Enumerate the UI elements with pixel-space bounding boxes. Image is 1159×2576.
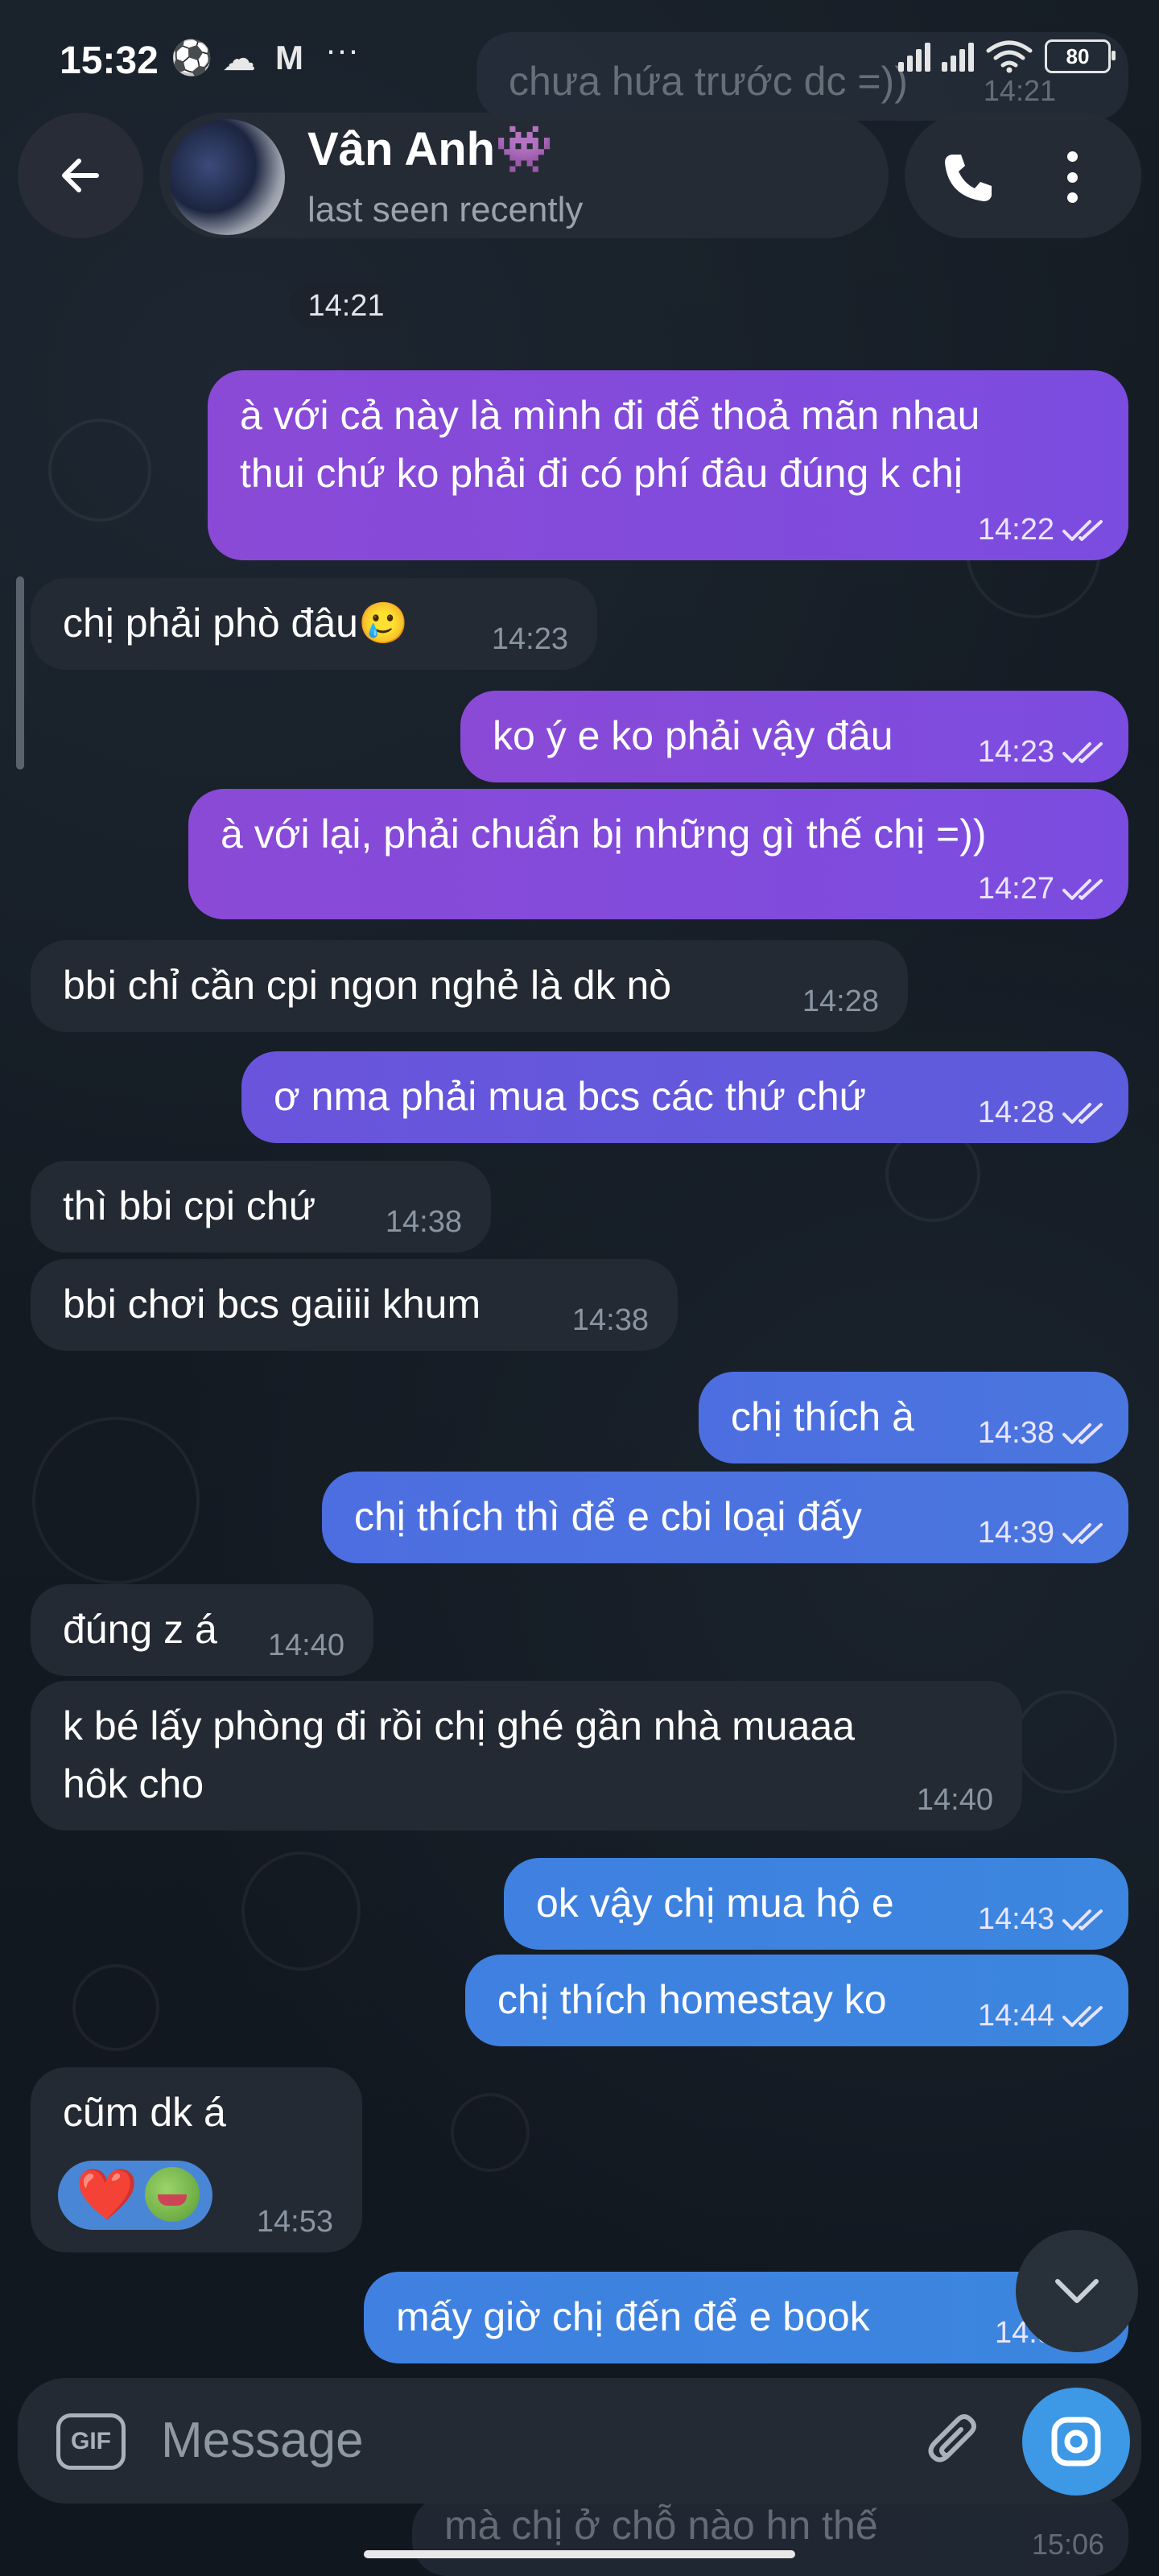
message-time: 14:23 — [977, 735, 1054, 769]
message-time: 14:43 — [977, 1902, 1054, 1936]
gif-icon: GIF — [71, 2428, 111, 2454]
outgoing-message[interactable]: mấy giờ chị đến để e book 14:5 — [364, 2272, 1128, 2363]
gif-button[interactable]: GIF — [56, 2413, 126, 2470]
message-time: 14:38 — [385, 1205, 462, 1239]
incoming-message[interactable]: đúng z á 14:40 — [31, 1584, 373, 1676]
battery-icon: 80 — [1045, 39, 1116, 73]
read-check-icon — [1062, 1523, 1103, 1544]
heart-reaction[interactable]: ❤️ — [76, 2169, 138, 2222]
incoming-message[interactable]: chị phải phò đâu🥲 14:23 — [31, 578, 597, 670]
message-text: cũm dk á — [63, 2090, 226, 2135]
message-text: à với lại, phải chuẩn bị những gì thế ch… — [221, 811, 987, 857]
pepe-frog-icon[interactable] — [145, 2167, 200, 2222]
outgoing-message[interactable]: ok vậy chị mua hộ e 14:43 — [504, 1858, 1128, 1950]
message-time: 14:28 — [802, 985, 879, 1018]
message-time: 14:27 — [977, 872, 1054, 906]
message-text: mấy giờ chị đến để e book — [396, 2294, 870, 2339]
read-check-icon — [1062, 1423, 1103, 1444]
message-time: 14:44 — [977, 1999, 1054, 2033]
status-time: 15:32 — [60, 39, 159, 82]
read-check-icon — [1062, 520, 1103, 541]
outgoing-message[interactable]: chị thích homestay ko 14:44 — [465, 1955, 1128, 2046]
message-text: thui chứ ko phải đi có phí đâu đúng k ch… — [240, 451, 963, 496]
phone-icon[interactable] — [940, 150, 996, 206]
message-time: 14:53 — [256, 2205, 333, 2239]
home-indicator — [364, 2550, 795, 2558]
more-icon: ··· — [325, 31, 359, 68]
more-vertical-icon[interactable] — [1056, 145, 1088, 209]
message-text: bbi chỉ cần cpi ngon nghẻ là dk nò — [63, 963, 672, 1008]
camera-button[interactable] — [1022, 2388, 1130, 2496]
incoming-message[interactable]: k bé lấy phòng đi rồi chị ghé gần nhà mu… — [31, 1681, 1022, 1831]
outgoing-message[interactable]: chị thích à 14:38 — [699, 1372, 1128, 1463]
time-chip: 14:21 — [290, 283, 402, 328]
ghost-message-time: 15:06 — [1031, 2528, 1104, 2561]
message-time: 14:39 — [977, 1516, 1054, 1550]
outgoing-message[interactable]: ơ nma phải mua bcs các thứ chứ 14:28 — [241, 1051, 1128, 1143]
read-check-icon — [1062, 1103, 1103, 1124]
outgoing-message[interactable]: à với lại, phải chuẩn bị những gì thế ch… — [188, 789, 1128, 919]
message-input[interactable] — [159, 2407, 887, 2473]
message-time: 14:23 — [491, 622, 568, 656]
incoming-message[interactable]: bbi chơi bcs gaiiii khum 14:38 — [31, 1259, 678, 1351]
message-time: 14:38 — [977, 1416, 1054, 1450]
outgoing-message[interactable]: à với cả này là mình đi để thoả mãn nhau… — [208, 370, 1128, 560]
message-time: 14:38 — [571, 1303, 649, 1337]
read-check-icon — [1062, 2006, 1103, 2027]
message-text: k bé lấy phòng đi rồi chị ghé gần nhà mu… — [63, 1703, 856, 1748]
message-time: 14:40 — [916, 1783, 993, 1817]
attach-icon[interactable] — [922, 2410, 987, 2475]
message-time: 14:22 — [977, 513, 1054, 547]
message-text: bbi chơi bcs gaiiii khum — [63, 1282, 481, 1327]
contact-name[interactable]: Vân Anh👾 — [307, 122, 553, 177]
outgoing-message[interactable]: ko ý e ko phải vậy đâu 14:23 — [460, 691, 1128, 782]
gmail-icon: M — [275, 39, 303, 76]
message-text: ơ nma phải mua bcs các thứ chứ — [274, 1074, 867, 1119]
read-check-icon — [1062, 879, 1103, 900]
avatar[interactable] — [169, 119, 285, 235]
soccer-ball-icon: ⚽ — [171, 39, 213, 76]
back-button[interactable] — [18, 113, 143, 238]
message-time: 14:40 — [267, 1629, 344, 1662]
message-text: hôk cho — [63, 1761, 204, 1806]
contact-status: last seen recently — [307, 190, 584, 229]
scrollbar[interactable] — [16, 576, 24, 770]
read-check-icon — [1062, 742, 1103, 763]
ghost-message-bottom: mà chị ở chỗ nào hn thế 15:06 — [412, 2496, 1128, 2576]
signal-icon — [898, 41, 930, 72]
chevron-down-icon — [1055, 2279, 1099, 2303]
cloud-icon: ☁ — [222, 39, 256, 77]
outgoing-message[interactable]: chị thích thì để e cbi loại đấy 14:39 — [322, 1472, 1128, 1563]
ghost-message-text: mà chị ở chỗ nào hn thế — [444, 2503, 878, 2548]
message-time: 14:28 — [977, 1096, 1054, 1129]
status-bar: 15:32 ⚽ ☁ M ··· 80 — [0, 0, 1159, 121]
wifi-icon — [986, 40, 1033, 73]
incoming-message[interactable]: bbi chỉ cần cpi ngon nghẻ là dk nò 14:28 — [31, 940, 908, 1032]
signal-icon — [942, 41, 974, 72]
back-arrow-icon — [62, 159, 99, 192]
camera-icon — [1051, 2417, 1101, 2467]
battery-level: 80 — [1066, 43, 1090, 68]
scroll-down-button[interactable] — [1016, 2230, 1138, 2352]
read-check-icon — [1062, 1909, 1103, 1930]
message-text: à với cả này là mình đi để thoả mãn nhau — [240, 393, 980, 438]
incoming-message[interactable]: thì bbi cpi chứ 14:38 — [31, 1161, 491, 1253]
